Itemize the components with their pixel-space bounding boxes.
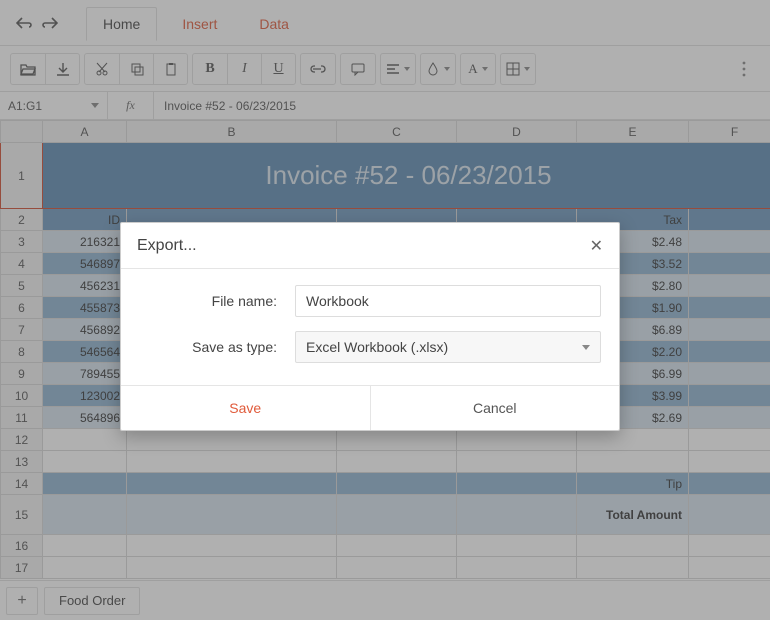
save-as-type-value: Excel Workbook (.xlsx) (306, 339, 448, 355)
save-as-type-label: Save as type: (139, 339, 295, 355)
chevron-down-icon (582, 345, 590, 350)
save-button[interactable]: Save (121, 386, 371, 430)
dialog-title: Export... (137, 237, 197, 255)
file-name-label: File name: (139, 293, 295, 309)
dialog-close-button[interactable]: ✕ (590, 236, 603, 256)
save-as-type-select[interactable]: Excel Workbook (.xlsx) (295, 331, 601, 363)
export-dialog: Export... ✕ File name: Save as type: Exc… (120, 222, 620, 431)
file-name-input[interactable] (295, 285, 601, 317)
cancel-button[interactable]: Cancel (371, 386, 620, 430)
